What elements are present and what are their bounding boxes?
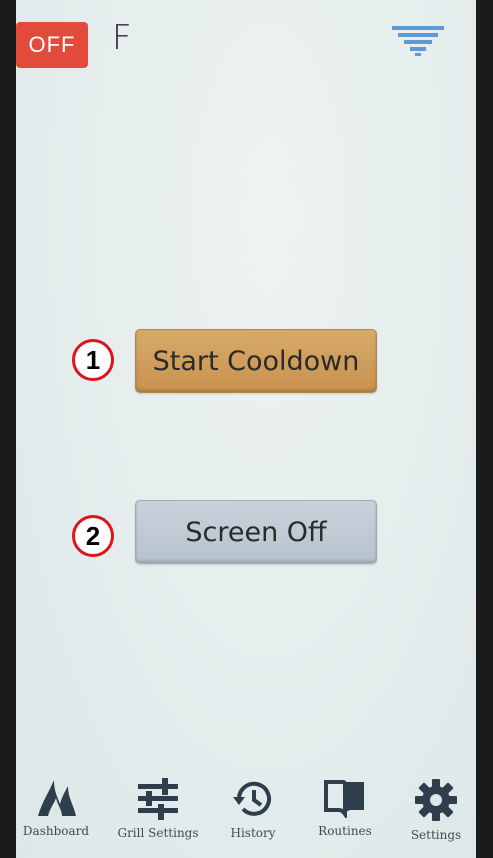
start-cooldown-button[interactable]: Start Cooldown (135, 329, 377, 393)
nav-label-routines: Routines (318, 824, 372, 838)
nav-label-settings: Settings (410, 828, 462, 842)
status-bar: OFF F (16, 0, 476, 70)
annotation-marker-1: 1 (72, 339, 114, 381)
screen-off-button[interactable]: Screen Off (135, 500, 377, 564)
bottom-navigation: Dashboard Grill Settings History Routine… (16, 770, 476, 858)
history-icon (233, 781, 271, 816)
nav-label-history: History (230, 826, 276, 840)
nav-item-grill-settings[interactable]: Grill Settings (108, 770, 208, 858)
nav-item-history[interactable]: History (203, 770, 303, 858)
nav-label-dashboard: Dashboard (22, 824, 90, 838)
signal-strength-icon (392, 26, 444, 56)
nav-item-dashboard[interactable]: Dashboard (16, 770, 106, 858)
temperature-unit: F (112, 18, 132, 58)
book-icon (324, 780, 364, 818)
sliders-icon (138, 778, 178, 820)
flame-icon (38, 780, 76, 816)
power-off-badge[interactable]: OFF (16, 22, 88, 68)
gear-icon (415, 779, 457, 821)
nav-item-routines[interactable]: Routines (295, 770, 395, 858)
nav-label-grill-settings: Grill Settings (117, 826, 199, 840)
device-screen: OFF F 1 Start Cooldown 2 Screen Off Dash… (16, 0, 476, 858)
nav-item-settings[interactable]: Settings (386, 770, 476, 858)
annotation-marker-2: 2 (72, 515, 114, 557)
